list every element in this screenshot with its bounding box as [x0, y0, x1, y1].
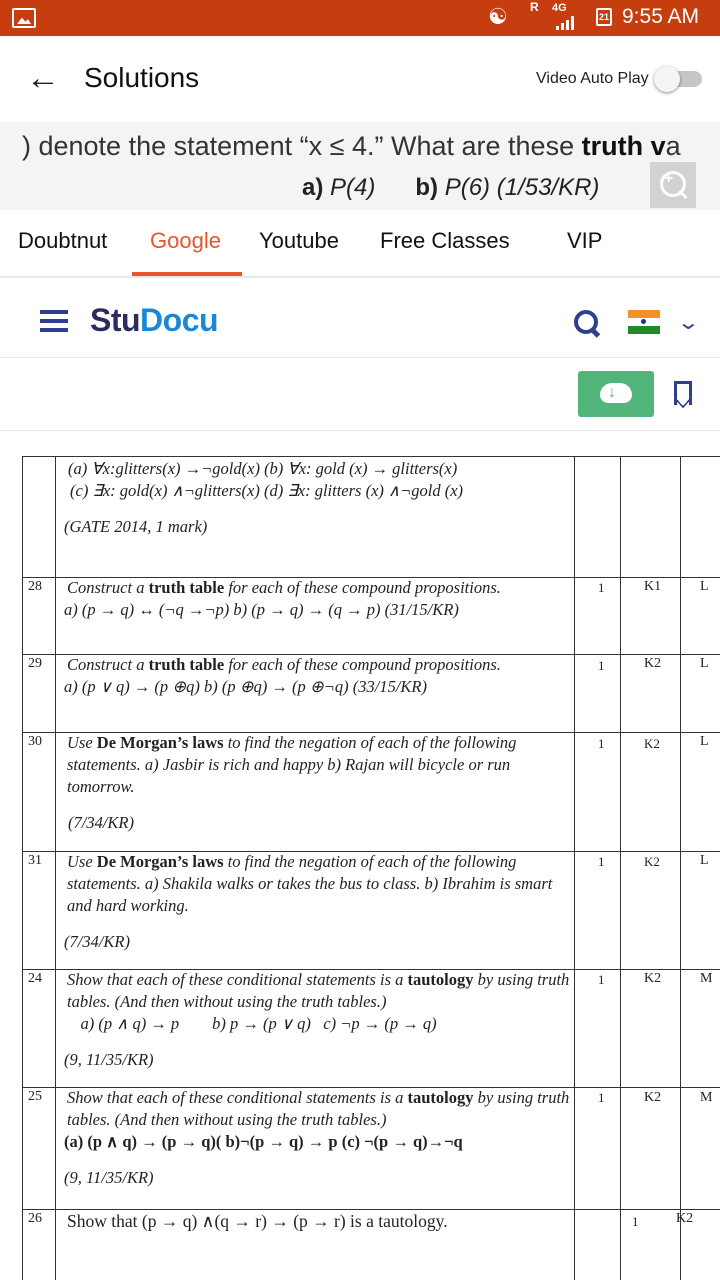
- marks-cell: 1: [598, 580, 605, 595]
- level-cell: K2: [676, 1211, 694, 1226]
- studocu-logo[interactable]: StuDocu: [90, 302, 219, 339]
- question-number: 26: [28, 1211, 42, 1226]
- marks-cell: 1: [598, 854, 605, 869]
- question-text: Show that each of these conditional stat…: [64, 970, 570, 1069]
- level-cell: K2: [644, 854, 660, 869]
- tab-vip[interactable]: VIP: [567, 228, 602, 254]
- question-line-1: ) denote the statement “x ≤ 4.” What are…: [22, 131, 681, 161]
- india-flag-icon[interactable]: [628, 310, 660, 334]
- chevron-down-icon[interactable]: ⌄: [677, 310, 700, 335]
- back-arrow-icon[interactable]: ←: [26, 60, 60, 96]
- tab-doubtnut[interactable]: Doubtnut: [18, 228, 107, 254]
- network-type: 4G: [552, 2, 567, 14]
- category-cell: L: [700, 579, 709, 594]
- page-title: Solutions: [84, 62, 200, 93]
- status-bar: ☯ R 4G 21 9:55 AM: [0, 0, 720, 36]
- marks-cell: 1: [598, 972, 605, 987]
- level-cell: K2: [644, 736, 660, 751]
- app-header: ← Solutions Video Auto Play: [0, 36, 720, 122]
- question-text: Construct a truth table for each of thes…: [64, 578, 501, 619]
- level-cell: K2: [644, 656, 662, 671]
- marks-cell: 1: [598, 736, 605, 751]
- search-icon[interactable]: [574, 310, 600, 336]
- gallery-icon: [12, 8, 36, 28]
- question-number: 28: [28, 579, 42, 594]
- table-border: [22, 456, 720, 457]
- studocu-header: StuDocu ⌄: [0, 278, 720, 358]
- zoom-in-icon[interactable]: +: [650, 162, 696, 208]
- active-tab-indicator: [132, 272, 242, 276]
- question-image: ) denote the statement “x ≤ 4.” What are…: [0, 122, 720, 210]
- question-text: Construct a truth table for each of thes…: [64, 655, 501, 696]
- document-page: (a) ∀x:glitters(x) →¬gold(x) (b) ∀x: gol…: [0, 432, 720, 1280]
- video-autoplay-toggle[interactable]: [654, 66, 704, 92]
- question-text: (a) ∀x:glitters(x) →¬gold(x) (b) ∀x: gol…: [64, 459, 464, 536]
- category-cell: M: [700, 1090, 713, 1105]
- marks-cell: 1: [598, 658, 605, 673]
- question-number: 29: [28, 656, 42, 671]
- question-number: 31: [28, 853, 42, 868]
- wifi-icon: ☯: [488, 4, 508, 29]
- table-border: [620, 456, 621, 1280]
- table-border: [55, 456, 56, 1280]
- source-tabs: Doubtnut Google Youtube Free Classes VIP: [0, 210, 720, 276]
- roaming-indicator: R: [530, 0, 539, 14]
- toggle-knob: [654, 66, 680, 92]
- video-autoplay-label: Video Auto Play: [536, 70, 649, 87]
- question-number: 30: [28, 734, 42, 749]
- level-cell: K2: [644, 1090, 662, 1105]
- calendar-icon: 21: [596, 8, 612, 26]
- category-cell: L: [700, 734, 709, 749]
- bookmark-icon[interactable]: [674, 381, 692, 408]
- tab-google[interactable]: Google: [150, 228, 221, 254]
- cloud-download-icon: ↓: [608, 384, 616, 401]
- question-number: 24: [28, 971, 42, 986]
- question-text: Show that each of these conditional stat…: [64, 1088, 570, 1187]
- signal-icon: [556, 16, 578, 30]
- category-cell: L: [700, 853, 709, 868]
- question-text: Use De Morgan’s laws to find the negatio…: [64, 852, 553, 951]
- category-cell: M: [700, 971, 713, 986]
- table-border: [680, 456, 681, 1280]
- document-actions: ↓: [0, 359, 720, 431]
- clock: 9:55 AM: [622, 5, 700, 28]
- marks-cell: 1: [632, 1214, 639, 1229]
- question-text: Use De Morgan’s laws to find the negatio…: [67, 733, 517, 832]
- tab-free-classes[interactable]: Free Classes: [380, 228, 510, 254]
- download-button[interactable]: ↓: [578, 371, 654, 417]
- question-number: 25: [28, 1089, 42, 1104]
- question-text: Show that (p → q) ∧(q → r) → (p → r) is …: [67, 1211, 448, 1231]
- menu-icon[interactable]: [40, 310, 68, 332]
- level-cell: K2: [644, 971, 662, 986]
- table-border: [574, 456, 575, 1280]
- table-border: [22, 456, 23, 1280]
- level-cell: K1: [644, 579, 662, 594]
- question-line-2: a) P(4) b) P(6) (1/53/KR): [302, 174, 600, 201]
- tab-youtube[interactable]: Youtube: [259, 228, 339, 254]
- marks-cell: 1: [598, 1090, 605, 1105]
- category-cell: L: [700, 656, 709, 671]
